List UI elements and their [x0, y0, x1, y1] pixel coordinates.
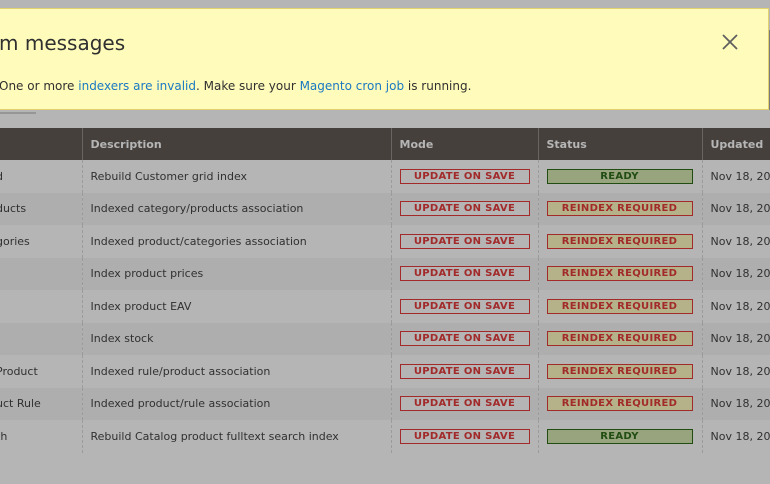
close-icon[interactable] [719, 31, 741, 53]
magento-cron-job-link[interactable]: Magento cron job [300, 79, 405, 93]
system-message-text: One or more indexers are invalid. Make s… [0, 79, 472, 93]
system-messages-modal: m messages One or more indexers are inva… [0, 8, 769, 110]
indexers-invalid-link[interactable]: indexers are invalid [78, 79, 196, 93]
modal-title: m messages [0, 31, 126, 55]
